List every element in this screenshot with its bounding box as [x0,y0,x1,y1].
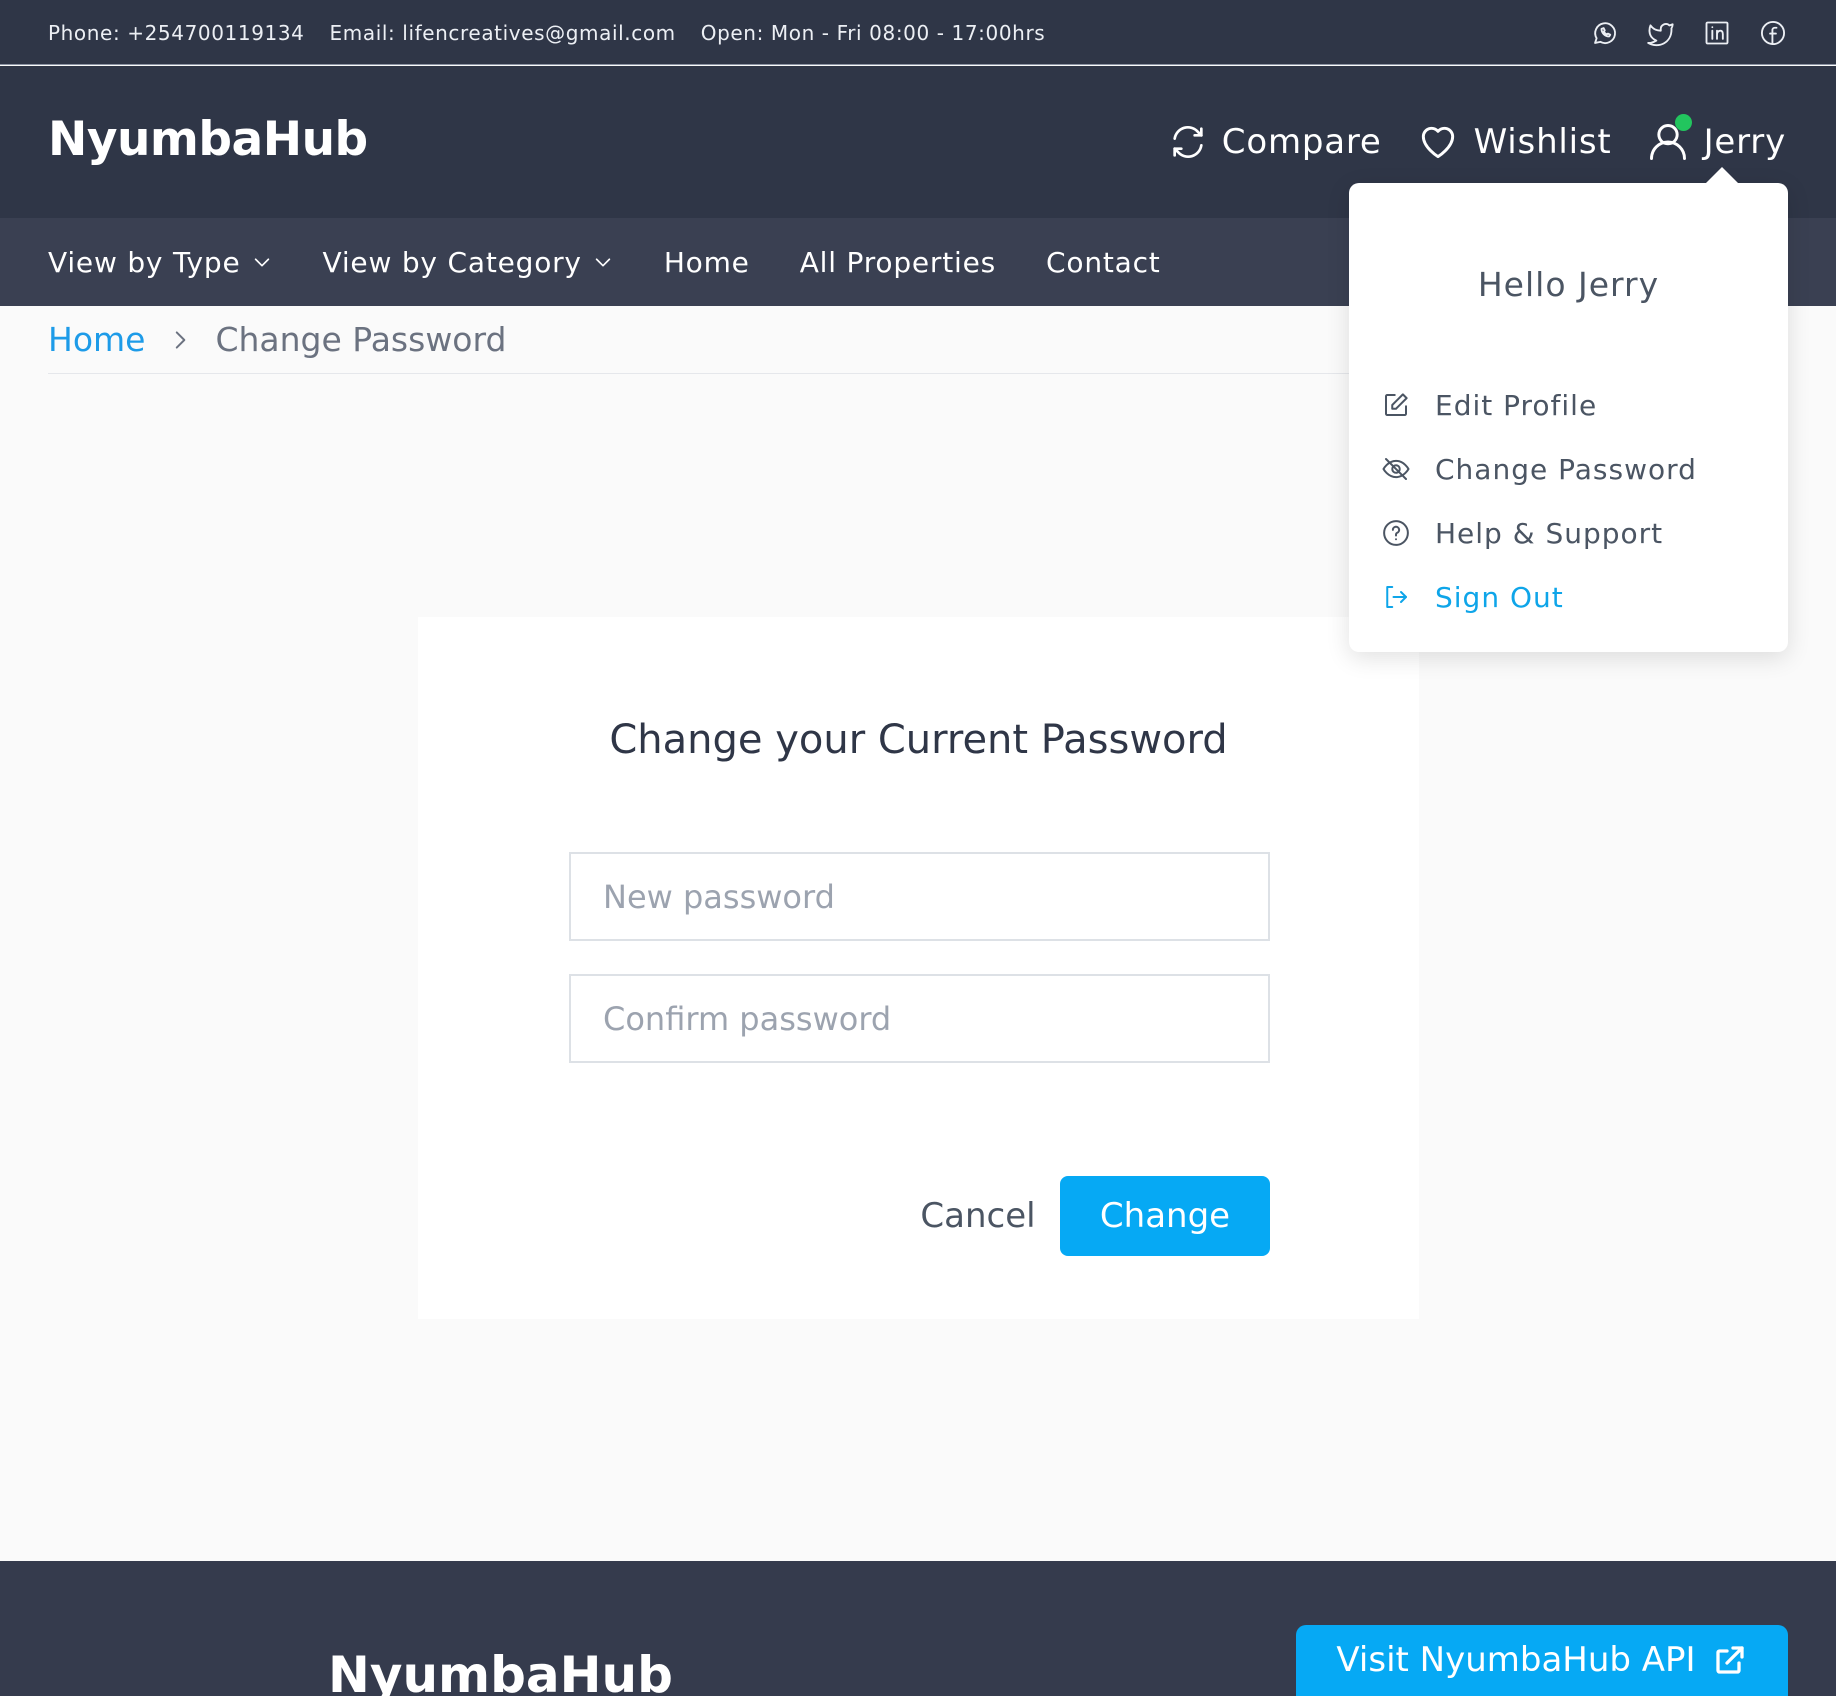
change-password-card: Change your Current Password Cancel Chan… [418,617,1419,1319]
user-name: Jerry [1703,122,1786,162]
form-title: Change your Current Password [609,717,1228,763]
nav-list: View by Type View by Category Home All P… [48,218,1161,306]
compare-link[interactable]: Compare [1168,122,1382,162]
nav-item-all-properties[interactable]: All Properties [800,246,996,279]
dropdown-item-help-support[interactable]: Help & Support [1381,501,1697,565]
chevron-down-icon [254,258,269,267]
twitter-icon[interactable] [1646,18,1676,48]
chevron-right-icon [176,330,186,349]
contact-info: Phone: +254700119134 Email: lifencreativ… [48,0,1045,65]
whatsapp-icon[interactable] [1590,18,1620,48]
dropdown-item-label: Sign Out [1435,580,1564,614]
refresh-icon [1173,125,1203,159]
site-logo[interactable]: NyumbaHub [48,112,368,167]
hours-info: Open: Mon - Fri 08:00 - 17:00hrs [700,20,1046,45]
dropdown-item-edit-profile[interactable]: Edit Profile [1381,373,1697,437]
linkedin-icon[interactable] [1702,18,1732,48]
cancel-button[interactable]: Cancel [903,1176,1053,1256]
edit-icon [1385,393,1408,416]
eye-off-icon [1382,458,1410,480]
dropdown-item-label: Edit Profile [1435,388,1598,422]
confirm-password-input[interactable] [569,974,1270,1063]
nav-item-label: View by Category [322,245,582,279]
phone-info: Phone: +254700119134 [48,20,305,45]
site-footer: NyumbaHub Visit NyumbaHub API [0,1561,1836,1696]
facebook-icon[interactable] [1758,18,1788,48]
nav-item-view-by-type[interactable]: View by Type [48,246,273,279]
breadcrumb-home-link[interactable]: Home [48,320,145,359]
nav-item-label: Contact [1046,245,1161,279]
dropdown-list: Edit Profile Change Password Help & Supp… [1381,373,1697,629]
help-icon [1383,520,1409,546]
email-info: Email: lifencreatives@gmail.com [329,20,676,45]
user-dropdown-menu: Hello Jerry Edit Profile Change Password… [1349,167,1788,652]
dropdown-caret [1704,167,1740,185]
dropdown-item-sign-out[interactable]: Sign Out [1381,565,1697,629]
chevron-down-icon [595,258,611,267]
dropdown-greeting: Hello Jerry [1477,265,1660,304]
dropdown-item-label: Help & Support [1435,516,1664,550]
heart-icon [1421,126,1454,159]
change-button[interactable]: Change [1060,1176,1270,1256]
top-info-bar: Phone: +254700119134 Email: lifencreativ… [0,0,1836,65]
nav-item-home[interactable]: Home [664,246,750,279]
dropdown-item-change-password[interactable]: Change Password [1381,437,1697,501]
online-status-dot [1674,114,1692,131]
breadcrumb-current: Change Password [215,320,507,359]
external-link-icon [1715,1646,1744,1674]
dropdown-item-label: Change Password [1435,452,1697,486]
compare-label: Compare [1221,122,1382,162]
user-avatar [1646,114,1692,164]
wishlist-link[interactable]: Wishlist [1416,120,1612,164]
visit-api-button[interactable]: Visit NyumbaHub API [1296,1625,1788,1696]
nav-item-label: View by Type [48,245,241,279]
new-password-input[interactable] [569,852,1270,941]
visit-api-label: Visit NyumbaHub API [1336,1640,1696,1680]
sign-out-icon [1386,586,1407,608]
footer-logo: NyumbaHub [328,1646,673,1696]
nav-item-label: Home [663,245,750,279]
nav-item-contact[interactable]: Contact [1046,246,1161,279]
social-links [1590,0,1788,65]
user-menu-toggle[interactable]: Jerry [1646,114,1786,164]
nav-item-view-by-category[interactable]: View by Category [323,246,614,279]
wishlist-label: Wishlist [1473,122,1612,162]
nav-item-label: All Properties [799,245,997,279]
